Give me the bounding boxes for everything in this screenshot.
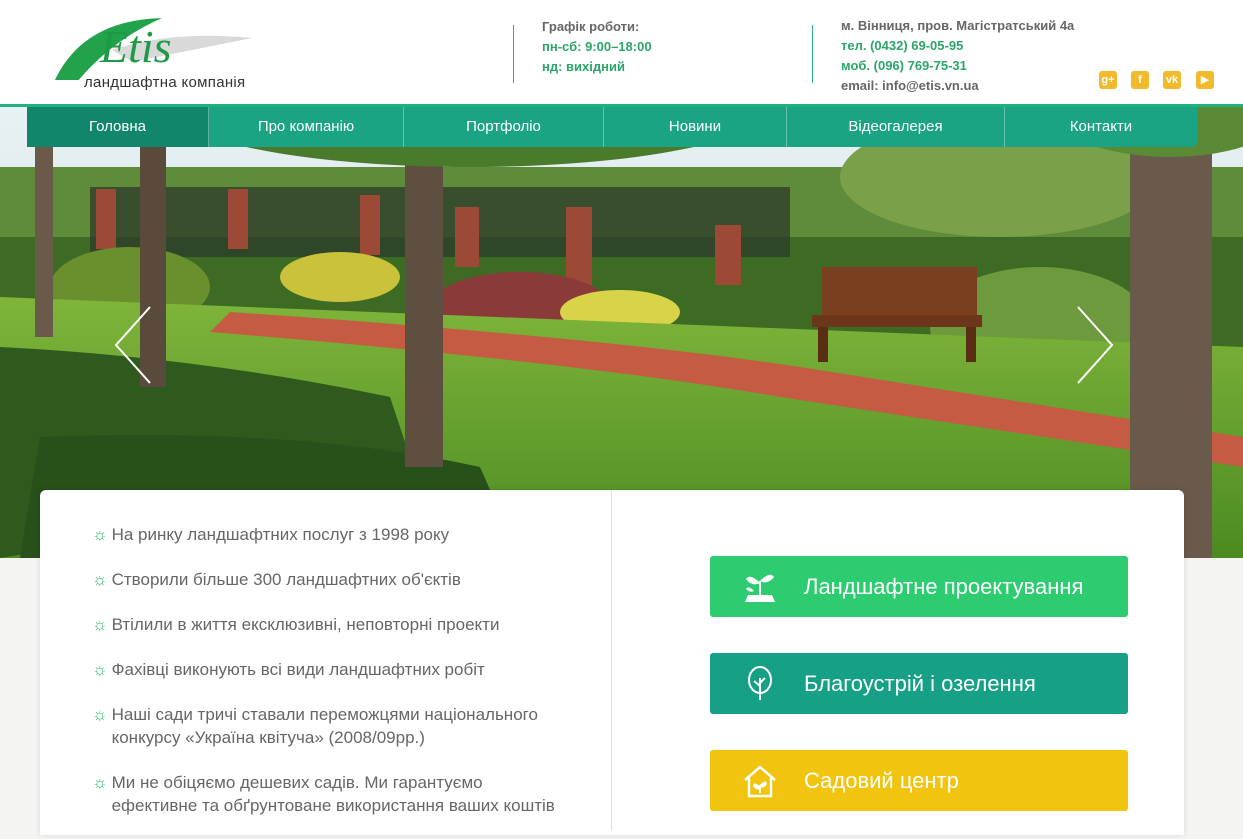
nav-item-news[interactable]: Новини xyxy=(604,107,787,147)
logo-mark: Etis xyxy=(54,18,252,82)
nav-item-about[interactable]: Про компанію xyxy=(209,107,404,147)
google-plus-icon[interactable]: g+ xyxy=(1099,71,1117,89)
schedule-sunday: нд: вихідний xyxy=(542,59,625,74)
sun-icon: ☼ xyxy=(92,525,108,544)
email-link[interactable]: email: info@etis.vn.ua xyxy=(841,76,1074,96)
work-schedule: Графік роботи: пн-сб: 9:00–18:00 нд: вих… xyxy=(542,17,652,77)
facebook-icon[interactable]: f xyxy=(1131,71,1149,89)
list-item: ☼ Ми не обіцяємо дешевих садів. Ми гарант… xyxy=(92,773,555,815)
service-label: Садовий центр xyxy=(804,767,959,793)
mobile-link[interactable]: моб. (096) 769-75-31 xyxy=(841,56,1074,76)
vk-icon[interactable]: vk xyxy=(1163,71,1181,89)
address-text: м. Вінниця, пров. Магістратський 4а xyxy=(841,18,1075,33)
features-list: ☼ На ринку ландшафтних послуг з 1998 року… xyxy=(92,523,562,839)
schedule-weekdays: пн-сб: 9:00–18:00 xyxy=(542,39,652,54)
slider-prev-arrow-icon[interactable] xyxy=(114,305,154,385)
service-garden-center-button[interactable]: Садовий центр xyxy=(710,750,1128,811)
list-item: ☼ Фахівці виконують всі види ландшафтних … xyxy=(92,660,485,679)
service-landscaping-button[interactable]: Благоустрій і озелення xyxy=(710,653,1128,714)
tree-icon xyxy=(748,665,772,700)
contact-info: м. Вінниця, пров. Магістратський 4а тел.… xyxy=(841,16,1074,96)
nav-item-contacts[interactable]: Контакти xyxy=(1005,107,1197,147)
service-landscape-design-button[interactable]: Ландшафтне проектування xyxy=(710,556,1128,617)
slider-next-arrow-icon[interactable] xyxy=(1074,305,1114,385)
sun-icon: ☼ xyxy=(92,773,108,792)
nav-item-video-gallery[interactable]: Відеогалерея xyxy=(787,107,1005,147)
garden-house-icon xyxy=(744,764,776,797)
youtube-icon[interactable]: ▶ xyxy=(1196,71,1214,89)
site-header: Etis ландшафтна компанія Графік роботи: … xyxy=(0,0,1243,104)
sun-icon: ☼ xyxy=(92,660,108,679)
header-divider xyxy=(513,25,514,83)
sun-icon: ☼ xyxy=(92,705,108,724)
intro-panel: ☼ На ринку ландшафтних послуг з 1998 року… xyxy=(40,490,1184,835)
list-item: ☼ Створили більше 300 ландшафтних об'єкті… xyxy=(92,570,461,589)
list-item: ☼ Наші сади тричі ставали переможцями нац… xyxy=(92,705,538,747)
phone-link[interactable]: тел. (0432) 69-05-95 xyxy=(841,36,1074,56)
svg-text:Etis: Etis xyxy=(99,21,172,72)
nav-item-portfolio[interactable]: Портфоліо xyxy=(404,107,604,147)
list-item: ☼ На ринку ландшафтних послуг з 1998 року xyxy=(92,525,450,544)
sun-icon: ☼ xyxy=(92,615,108,634)
logo-tagline: ландшафтна компанія xyxy=(84,74,246,91)
logo[interactable]: Etis ландшафтна компанія xyxy=(52,10,262,95)
nav-item-home[interactable]: Головна xyxy=(27,107,209,147)
service-label: Ландшафтне проектування xyxy=(804,573,1084,599)
service-label: Благоустрій і озелення xyxy=(804,670,1036,696)
schedule-title: Графік роботи: xyxy=(542,19,640,34)
seedling-icon xyxy=(745,574,775,602)
header-divider xyxy=(812,25,813,83)
list-item: ☼ Втілили в життя ексклюзивні, неповторні… xyxy=(92,615,500,634)
panel-divider xyxy=(611,490,612,830)
sun-icon: ☼ xyxy=(92,570,108,589)
main-nav: Головна Про компанію Портфоліо Новини Ві… xyxy=(27,107,1197,147)
